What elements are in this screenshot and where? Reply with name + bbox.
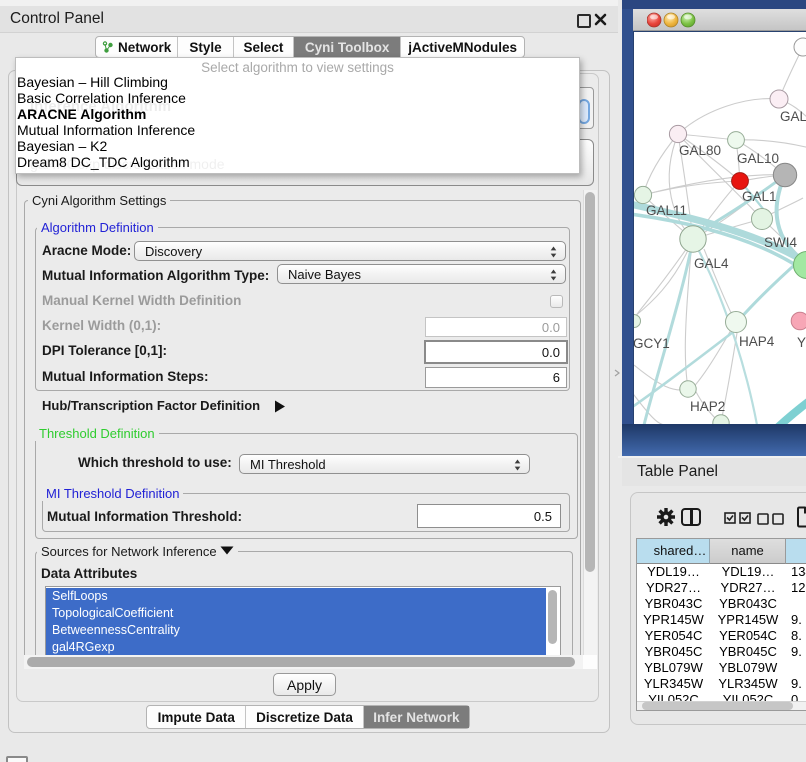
svg-text:GAL10: GAL10 — [737, 151, 779, 166]
svg-text:Y: Y — [797, 335, 806, 350]
svg-text:HAP2: HAP2 — [690, 399, 725, 414]
svg-text:GAL1: GAL1 — [742, 189, 777, 204]
svg-text:GCY1: GCY1 — [634, 336, 670, 351]
svg-text:SWI4: SWI4 — [764, 235, 797, 250]
svg-text:GAL80: GAL80 — [679, 143, 721, 158]
svg-text:GAL8: GAL8 — [780, 109, 806, 124]
svg-text:GAL4: GAL4 — [694, 256, 729, 271]
svg-text:HAP4: HAP4 — [739, 334, 775, 349]
svg-text:GAL11: GAL11 — [646, 203, 687, 218]
